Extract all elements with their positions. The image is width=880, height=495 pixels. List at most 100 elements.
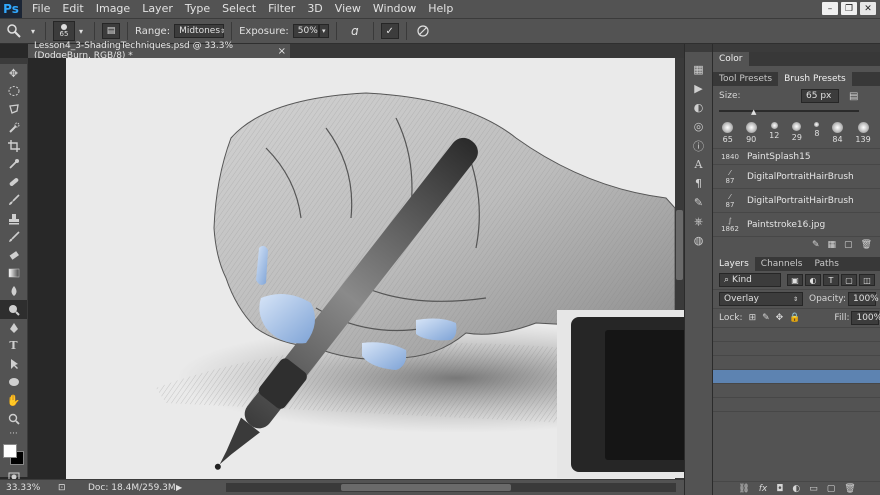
clone-source-icon[interactable]: ⎈ (685, 212, 712, 231)
size-slider[interactable]: ▲ (713, 106, 880, 116)
type-icon[interactable]: T (0, 337, 27, 355)
document-tab[interactable]: Lesson4_3-ShadingTechniques.psd @ 33.3% … (28, 41, 290, 61)
brush-list-item[interactable]: ⁄ 87 DigitalPortraitHairBrush (713, 165, 880, 189)
history-brush-icon[interactable] (0, 228, 27, 246)
close-tab-icon[interactable]: × (278, 46, 286, 57)
dropdown-arrow-icon[interactable]: ▾ (28, 27, 38, 36)
horizontal-scroll-thumb[interactable] (341, 484, 511, 491)
adjustment-layer-icon[interactable]: ◐ (792, 484, 800, 494)
link-layers-icon[interactable]: ⛓ (738, 484, 749, 494)
menu-filter[interactable]: Filter (262, 0, 301, 18)
lock-all-icon[interactable]: 🔒 (789, 313, 800, 323)
protect-tones-icon[interactable]: ✓ (380, 23, 399, 39)
brush-list-item[interactable]: 1840 PaintSplash15 (713, 149, 880, 165)
menu-select[interactable]: Select (216, 0, 262, 18)
filter-adjustment-icon[interactable]: ◐ (805, 274, 821, 286)
menu-view[interactable]: View (329, 0, 367, 18)
brush-preset[interactable]: 12 (769, 122, 779, 144)
status-menu-arrow-icon[interactable]: ▶ (176, 483, 182, 492)
paragraph-icon[interactable]: ¶ (685, 174, 712, 193)
pressure-size-icon[interactable] (414, 24, 432, 38)
brush-preset[interactable]: 65 (722, 122, 734, 144)
info-icon[interactable]: ⓘ (685, 136, 712, 155)
lock-image-icon[interactable]: ✎ (762, 313, 770, 323)
restore-button[interactable]: ❐ (841, 2, 857, 15)
menu-3d[interactable]: 3D (301, 0, 328, 18)
filter-smart-icon[interactable]: ◫ (859, 274, 875, 286)
filter-type-icon[interactable]: T (823, 274, 839, 286)
move-icon[interactable]: ✥ (0, 64, 27, 82)
brush-preset[interactable]: 139 (855, 122, 871, 144)
character-icon[interactable]: A (685, 155, 712, 174)
brush-panel-toggle-icon[interactable]: ▤ (102, 23, 120, 39)
dodge-tool-preset-icon[interactable] (0, 24, 28, 38)
tab-brush-presets[interactable]: Brush Presets (778, 72, 852, 86)
lock-transparent-icon[interactable]: ⊞ (749, 313, 757, 323)
layer-row[interactable] (713, 398, 880, 412)
menu-layer[interactable]: Layer (136, 0, 179, 18)
group-icon[interactable]: ▭ (809, 484, 818, 494)
brush-panel-icon[interactable]: ✎ (685, 193, 712, 212)
new-layer-icon[interactable]: ▢ (827, 484, 836, 494)
close-button[interactable]: ✕ (860, 2, 876, 15)
eyedropper-icon[interactable] (0, 155, 27, 173)
opacity-input[interactable]: 100% (848, 292, 879, 306)
tab-tool-presets[interactable]: Tool Presets (713, 72, 778, 86)
horizontal-scrollbar[interactable] (226, 483, 676, 492)
history-icon[interactable]: ▦ (685, 60, 712, 79)
menu-window[interactable]: Window (367, 0, 422, 18)
vertical-scroll-thumb[interactable] (676, 210, 683, 280)
pen-icon[interactable] (0, 319, 27, 337)
trash-icon[interactable]: 🗑 (861, 240, 872, 250)
brush-preset[interactable]: 90 (745, 122, 757, 144)
filter-pixel-icon[interactable]: ▣ (787, 274, 803, 286)
menu-edit[interactable]: Edit (56, 0, 89, 18)
layer-row[interactable] (713, 342, 880, 356)
dropdown-arrow-icon[interactable]: ▾ (75, 27, 87, 36)
brush-preset[interactable]: 29 (792, 122, 802, 144)
layer-mask-icon[interactable]: ◘ (776, 484, 783, 494)
new-preset-icon[interactable]: ▢ (844, 240, 853, 250)
grid-view-icon[interactable]: ▦ (828, 240, 837, 250)
marquee-icon[interactable] (0, 82, 27, 100)
color-swatches[interactable] (0, 443, 27, 468)
icon-strip-header[interactable] (685, 44, 712, 52)
brush-icon[interactable] (0, 191, 27, 209)
swatches-icon[interactable]: ◍ (685, 231, 712, 250)
delete-layer-icon[interactable]: 🗑 (844, 484, 855, 494)
eraser-icon[interactable] (0, 246, 27, 264)
crop-icon[interactable] (0, 137, 27, 155)
spot-heal-icon[interactable] (0, 173, 27, 191)
blur-icon[interactable] (0, 282, 27, 300)
menu-type[interactable]: Type (179, 0, 216, 18)
filter-shape-icon[interactable]: ▢ (841, 274, 857, 286)
zoom-icon[interactable] (0, 410, 27, 428)
hand-icon[interactable]: ✋ (0, 391, 27, 409)
airbrush-icon[interactable]: ɑ (344, 24, 366, 38)
tab-paths[interactable]: Paths (808, 257, 844, 271)
gradient-icon[interactable] (0, 264, 27, 282)
brush-preset[interactable]: 8 (814, 122, 820, 144)
actions-icon[interactable]: ▶ (685, 79, 712, 98)
lasso-icon[interactable] (0, 100, 27, 118)
brush-list-item[interactable]: ∫ 1862 Paintstroke16.jpg (713, 213, 880, 237)
layer-row[interactable] (713, 356, 880, 370)
layer-kind-select[interactable]: ⌕ Kind (719, 273, 781, 287)
exposure-slider-button[interactable]: ▾ (318, 24, 329, 38)
minimize-button[interactable]: – (822, 2, 838, 15)
exposure-input[interactable]: 50% (292, 24, 319, 38)
panels-header[interactable] (713, 44, 880, 52)
foreground-color-swatch[interactable] (3, 443, 17, 458)
layer-style-icon[interactable]: fx (759, 484, 768, 494)
styles-icon[interactable]: ◎ (685, 117, 712, 136)
lock-position-icon[interactable]: ✥ (776, 313, 784, 323)
new-brush-icon[interactable]: ▤ (849, 91, 858, 102)
layer-row-selected[interactable] (713, 370, 880, 384)
menu-file[interactable]: File (26, 0, 56, 18)
zoom-level[interactable]: 33.33% (6, 483, 58, 493)
adjustments-icon[interactable]: ◐ (685, 98, 712, 117)
fill-input[interactable]: 100% (851, 311, 880, 325)
menu-help[interactable]: Help (422, 0, 459, 18)
tab-layers[interactable]: Layers (713, 257, 755, 271)
quick-select-icon[interactable] (0, 119, 27, 137)
